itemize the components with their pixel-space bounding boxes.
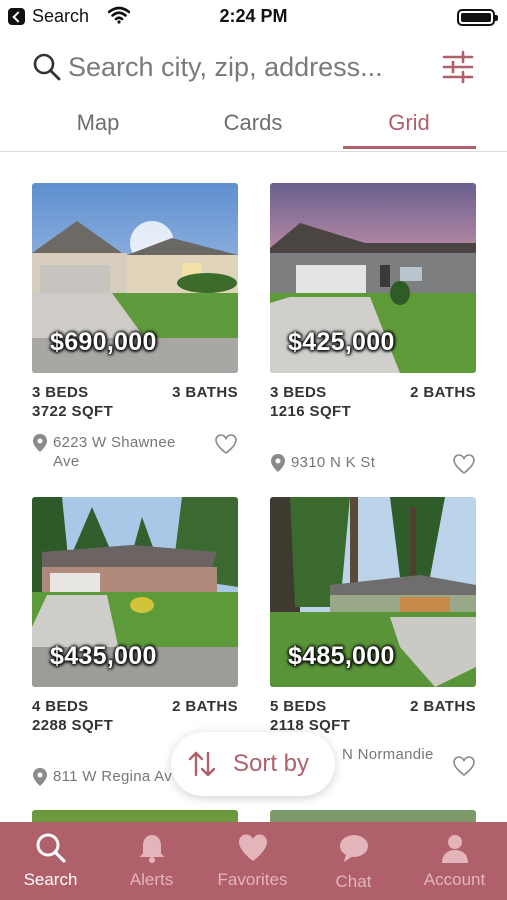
chat-bubble-icon [340,835,368,862]
tab-cards[interactable]: Cards [186,110,320,136]
person-icon [442,835,468,863]
listing-price: $485,000 [288,642,395,670]
nav-label: Favorites [217,870,288,889]
listing-beds: 3 BEDS [270,384,327,401]
listing-sqft: 3722 SQFT [32,403,114,420]
status-time: 2:24 PM [219,6,288,26]
listing-beds: 4 BEDS [32,698,89,715]
listing-baths: 2 BATHS [410,698,476,715]
nav-label: Chat [335,872,372,891]
search-icon [36,833,66,863]
listing-photo[interactable]: $485,000 [270,497,476,687]
active-tab-indicator [343,146,476,149]
listing-address: 9310 N K St [291,454,376,471]
nav-label: Account [423,870,486,889]
listing-price: $690,000 [50,328,157,356]
filter-sliders-icon[interactable] [442,50,474,84]
listing-beds: 3 BEDS [32,384,89,401]
listing-photo[interactable]: $425,000 [270,183,476,373]
listing-baths: 2 BATHS [172,698,238,715]
location-pin-icon [33,434,47,452]
listing-photo[interactable]: $690,000 [32,183,238,373]
listing-price: $425,000 [288,328,395,356]
battery-icon [457,9,498,26]
favorite-heart-icon[interactable] [452,755,476,777]
listing-baths: 2 BATHS [410,384,476,401]
listing-card[interactable]: $690,000 3 BEDS 3 BATHS 3722 SQFT 6223 W… [32,183,238,475]
listing-address: 6223 W Shawnee Ave [53,434,176,470]
listing-sqft: 2288 SQFT [32,717,114,734]
location-pin-icon [271,454,285,472]
nav-account[interactable]: Account [404,822,505,900]
nav-label: Search [23,870,78,889]
listing-card[interactable]: $425,000 3 BEDS 2 BATHS 1216 SQFT 9310 N… [270,183,476,475]
search-icon [33,53,61,81]
nav-label: Alerts [129,870,174,889]
nav-alerts[interactable]: Alerts [101,822,202,900]
tab-map[interactable]: Map [31,110,165,136]
bell-icon [140,835,164,863]
status-bar: Search 2:24 PM [0,0,507,34]
nav-favorites[interactable]: Favorites [202,822,303,900]
listing-photo-peek[interactable] [32,810,238,822]
listing-sqft: 1216 SQFT [270,403,352,420]
bottom-nav: Search Alerts Favorites Chat Account [0,822,507,900]
sort-by-label: Sort by [233,750,310,777]
listing-baths: 3 BATHS [172,384,238,401]
listing-photo[interactable]: $435,000 [32,497,238,687]
listing-beds: 5 BEDS [270,698,327,715]
listing-price: $435,000 [50,642,157,670]
tab-grid[interactable]: Grid [342,110,476,136]
nav-search[interactable]: Search [0,822,101,900]
listing-photo-peek[interactable] [270,810,476,822]
favorite-heart-icon[interactable] [214,433,238,455]
search-bar [0,38,507,96]
listing-address: N Normandie [342,746,434,763]
sort-by-button[interactable]: Sort by [171,732,335,796]
sort-arrows-icon [188,751,216,777]
view-tabs: Map Cards Grid [0,100,507,152]
heart-icon [239,834,267,861]
search-input[interactable] [68,46,428,88]
favorite-heart-icon[interactable] [452,453,476,475]
nav-chat[interactable]: Chat [303,822,404,900]
location-pin-icon [33,768,47,786]
